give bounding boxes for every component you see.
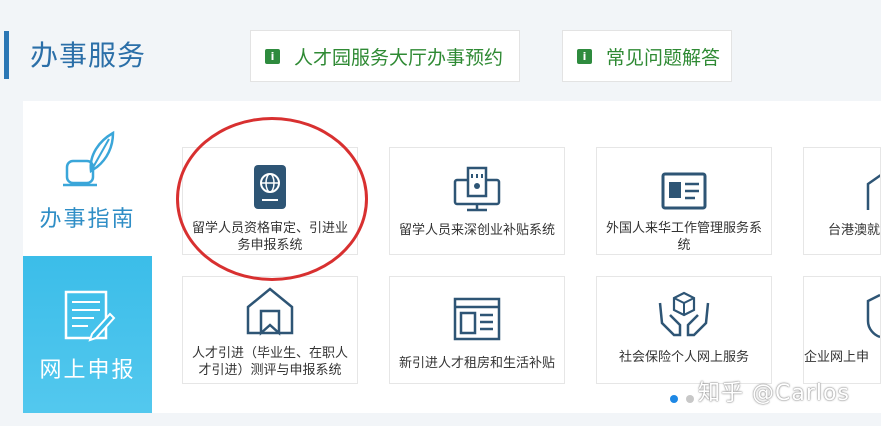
service-card-hk-macao-taiwan[interactable]: 台港澳就 <box>803 147 881 255</box>
faq-button[interactable]: i 常见问题解答 <box>562 30 732 82</box>
page-title: 办事服务 <box>30 39 147 72</box>
shield-icon <box>866 293 880 339</box>
service-card-label: 留学人员来深创业补贴系统 <box>398 223 555 238</box>
pagination-dot-2[interactable] <box>686 395 694 403</box>
service-card-label: 社会保险个人网上服务 <box>618 350 749 365</box>
header: 办事服务 i 人才园服务大厅办事预约 i 常见问题解答 <box>0 0 881 100</box>
monitor-document-icon <box>453 166 501 212</box>
service-card-label: 台港澳就 <box>828 223 881 238</box>
service-card-label: 人才引进（毕业生、在职人才引进）测评与申报系统 <box>191 346 348 378</box>
pagination-dots <box>670 395 694 403</box>
id-card-icon <box>661 172 707 210</box>
tab-online-label: 网上申报 <box>39 358 136 383</box>
tab-guide-label: 办事指南 <box>39 207 136 232</box>
appointment-button-label: 人才园服务大厅办事预约 <box>294 46 504 69</box>
title-accent-bar <box>4 31 9 79</box>
quill-pen-icon <box>62 130 114 187</box>
info-icon: i <box>265 48 280 64</box>
service-card-label: 新引进人才租房和生活补贴 <box>398 356 555 371</box>
house-bookmark-icon <box>246 287 294 336</box>
watermark: 知乎 @Carlos <box>698 381 850 406</box>
service-card-startup-subsidy[interactable]: 留学人员来深创业补贴系统 <box>389 147 565 255</box>
service-card-overseas-qualification[interactable]: 留学人员资格审定、引进业务申报系统 <box>182 147 358 255</box>
service-card-housing-subsidy[interactable]: 新引进人才租房和生活补贴 <box>389 276 565 384</box>
house-outline-icon <box>866 174 880 210</box>
pagination-dot-1[interactable] <box>670 395 678 403</box>
tab-guide[interactable]: 办事指南 <box>23 101 152 256</box>
form-edit-icon <box>64 290 115 342</box>
service-card-label: 企业网上申 <box>804 350 870 365</box>
service-card-talent-introduction[interactable]: 人才引进（毕业生、在职人才引进）测评与申报系统 <box>182 276 358 384</box>
service-card-label: 外国人来华工作管理服务系统 <box>605 221 762 253</box>
service-card-enterprise-online[interactable]: 企业网上申 <box>803 276 881 384</box>
info-icon: i <box>577 48 592 64</box>
appointment-button[interactable]: i 人才园服务大厅办事预约 <box>250 30 520 82</box>
webpage-layout-icon <box>453 297 501 341</box>
faq-button-label: 常见问题解答 <box>606 46 721 69</box>
passport-icon <box>254 165 286 209</box>
hands-box-icon <box>658 291 710 337</box>
service-card-label: 留学人员资格审定、引进业务申报系统 <box>191 221 348 253</box>
service-card-social-insurance[interactable]: 社会保险个人网上服务 <box>596 276 772 384</box>
service-card-foreigner-work[interactable]: 外国人来华工作管理服务系统 <box>596 147 772 255</box>
tab-online[interactable]: 网上申报 <box>23 256 152 413</box>
